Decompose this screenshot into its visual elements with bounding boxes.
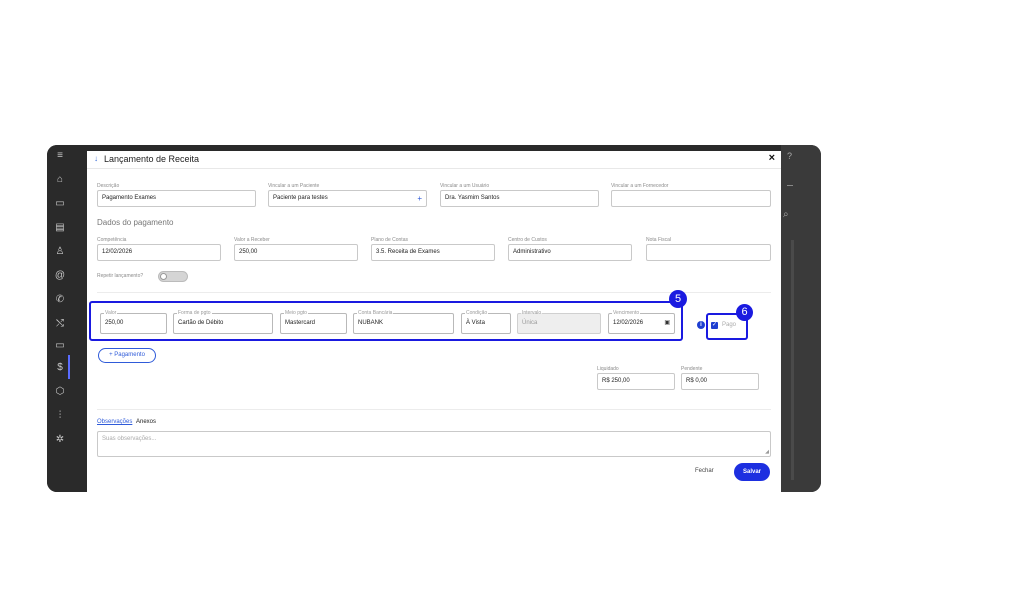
section-dados-pagamento: Dados do pagamento [97,218,174,227]
observacoes-placeholder: Suas observações... [102,436,157,442]
search-icon[interactable]: ⌕ [783,209,789,220]
home-icon[interactable]: ⌂ [52,173,68,187]
box-icon[interactable]: ⬡ [52,385,68,399]
receita-modal: ↓ Lançamento de Receita × Descrição Paga… [87,151,781,492]
usuario-label: Vincular a um Usuário [440,183,490,189]
menu-icon[interactable]: ≡ [52,149,68,163]
modal-header: ↓ Lançamento de Receita × [87,151,781,169]
liquidado-input: R$ 250,00 [597,373,675,390]
close-button[interactable]: Fechar [695,468,714,474]
help-icon[interactable]: ? [787,151,815,163]
repetir-label: Repetir lançamento? [97,273,144,279]
pendente-label: Pendente [681,366,703,372]
tab-observacoes[interactable]: Observações [97,419,132,425]
competencia-label: Competência [97,237,127,243]
fornecedor-input[interactable] [611,190,771,207]
background-dash [787,185,793,186]
descricao-label: Descrição [97,183,120,189]
folder-icon[interactable]: ▭ [52,339,68,353]
paciente-input[interactable]: Paciente para testes + [268,190,427,207]
plano-contas-input[interactable]: 3.5. Receita de Exames [371,244,495,261]
valor-receber-input[interactable]: 250,00 [234,244,358,261]
valor-receber-label: Valor a Receber [234,237,270,243]
background-column [791,240,794,480]
step-badge-6: 6 [736,304,753,321]
liquidado-label: Liquidado [597,366,619,372]
close-icon[interactable]: × [769,152,775,164]
paciente-value: Paciente para testes [273,195,328,201]
inbox-icon[interactable]: ▤ [52,221,68,235]
pendente-input: R$ 0,00 [681,373,759,390]
phone-icon[interactable]: ✆ [52,293,68,307]
background-content: ? ⌕ [781,145,821,492]
sidebar-active-indicator [68,355,70,379]
save-button[interactable]: Salvar [734,463,770,481]
at-icon[interactable]: @ [52,269,68,283]
resize-handle-icon[interactable]: ◢ [765,449,769,455]
users-icon[interactable]: ♙ [52,245,68,259]
paciente-label: Vincular a um Paciente [268,183,320,189]
divider [97,409,771,410]
add-payment-button[interactable]: + Pagamento [98,348,156,363]
observacoes-textarea[interactable]: Suas observações... ◢ [97,431,771,457]
repetir-toggle[interactable] [158,271,188,282]
descricao-input[interactable]: Pagamento Exames [97,190,256,207]
calendar-icon[interactable]: ▭ [52,197,68,211]
step-badge-5: 5 [669,290,687,308]
competencia-input[interactable]: 12/02/2026 [97,244,221,261]
dollar-icon[interactable]: $ [52,361,68,375]
centro-custos-input[interactable]: Administrativo [508,244,632,261]
chart-icon[interactable]: ⫶ [52,409,68,423]
usuario-input[interactable]: Dra. Yasmim Santos [440,190,599,207]
tab-anexos[interactable]: Anexos [136,419,156,425]
info-icon[interactable]: i [697,321,705,329]
arrow-down-icon: ↓ [94,154,98,163]
plano-contas-label: Plano de Contas [371,237,408,243]
modal-title: Lançamento de Receita [104,154,200,164]
centro-custos-label: Centro de Custos [508,237,547,243]
sidebar: ≡ ⌂ ▭ ▤ ♙ @ ✆ ⤭ ▭ $ ⬡ ⫶ ✲ [47,145,73,492]
fornecedor-label: Vincular a um Fornecedor [611,183,669,189]
nota-fiscal-label: Nota Fiscal [646,237,672,243]
settings-icon[interactable]: ✲ [52,433,68,447]
add-patient-icon[interactable]: + [417,191,422,206]
nota-fiscal-input[interactable] [646,244,771,261]
toggle-knob [160,273,167,280]
shuffle-icon[interactable]: ⤭ [52,317,68,331]
highlight-box-5 [89,301,683,341]
